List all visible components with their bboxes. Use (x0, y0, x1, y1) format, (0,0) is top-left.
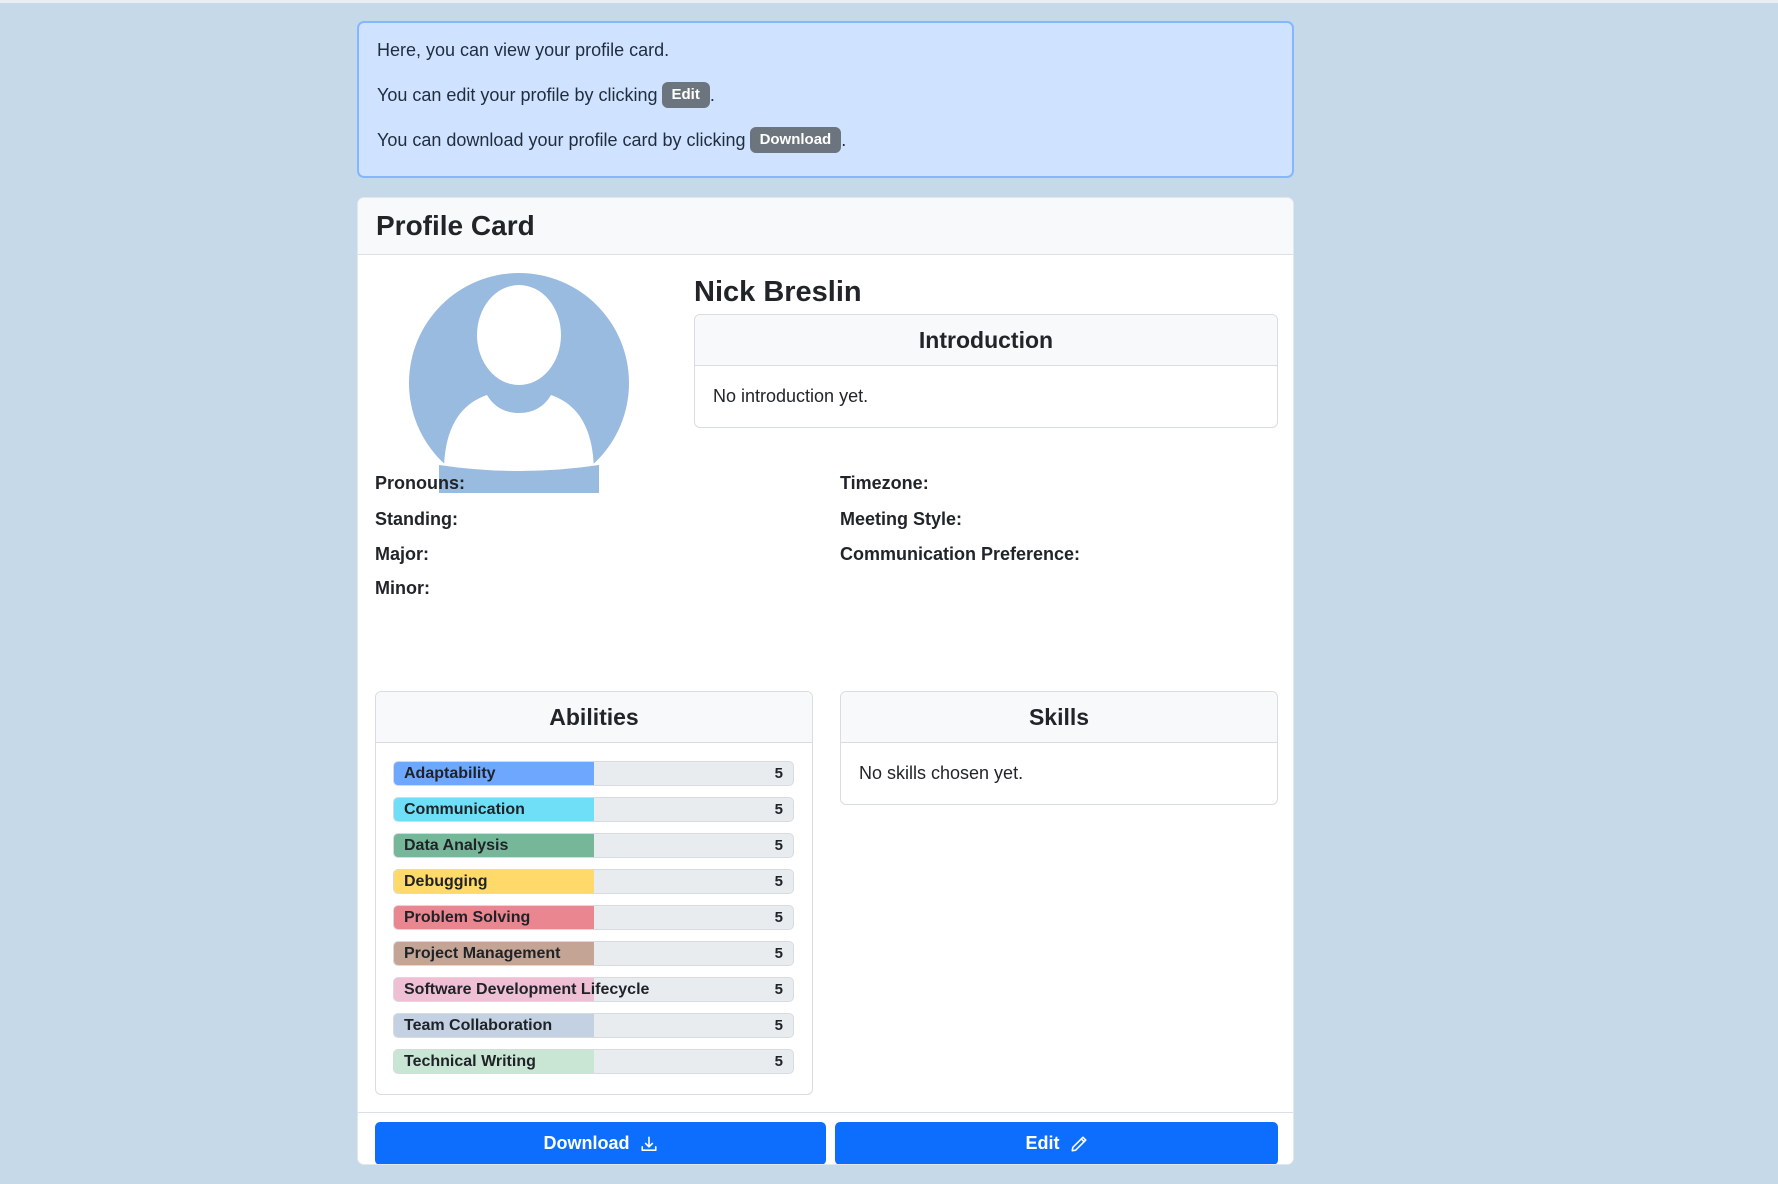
ability-value: 5 (774, 837, 783, 854)
ability-name: Adaptability (404, 765, 496, 782)
ability-row: Problem Solving 5 (393, 905, 794, 930)
ability-name: Team Collaboration (404, 1017, 553, 1034)
abilities-panel: Abilities Adaptability 5 Communication 5… (375, 691, 813, 1095)
ability-value: 5 (774, 801, 783, 818)
info-line-edit: You can edit your profile by clicking Ed… (377, 82, 1274, 108)
download-icon (640, 1135, 657, 1151)
ability-name: Problem Solving (404, 909, 531, 926)
card-footer: Download Edit (358, 1112, 1293, 1164)
edit-chip: Edit (661, 82, 710, 108)
ability-value: 5 (774, 1017, 783, 1034)
ability-name: Software Development Lifecycle (404, 981, 650, 998)
info-punct-edit: . (709, 85, 715, 105)
info-text-edit: You can edit your profile by clicking (377, 85, 658, 105)
ability-list: Adaptability 5 Communication 5 Data Anal… (376, 743, 812, 1074)
page-container: Here, you can view your profile card. Yo… (357, 21, 1294, 1165)
edit-button-label: Edit (1025, 1133, 1060, 1153)
pronouns-label: Pronouns: (375, 473, 465, 493)
ability-value: 5 (774, 765, 783, 782)
top-strip (0, 0, 1778, 3)
major-label: Major: (375, 544, 429, 564)
ability-value: 5 (774, 909, 783, 926)
edit-button[interactable]: Edit (835, 1122, 1278, 1164)
ability-name: Communication (404, 801, 525, 818)
card-header: Profile Card (358, 198, 1293, 255)
ability-row: Technical Writing 5 (393, 1049, 794, 1074)
minor-label: Minor: (375, 578, 430, 598)
ability-value: 5 (774, 981, 783, 998)
ability-name: Debugging (404, 873, 488, 890)
info-text-download: You can download your profile card by cl… (377, 130, 746, 150)
skills-heading: Skills (841, 692, 1277, 743)
download-button[interactable]: Download (375, 1122, 826, 1164)
introduction-body: No introduction yet. (713, 385, 869, 406)
ability-value: 5 (774, 873, 783, 890)
meeting-style-label: Meeting Style: (840, 509, 963, 529)
skills-panel: Skills No skills chosen yet. (840, 691, 1278, 805)
profile-card: Profile Card Nick Breslin Introduction N… (357, 197, 1294, 1165)
ability-value: 5 (774, 945, 783, 962)
introduction-heading: Introduction (695, 315, 1277, 366)
ability-row: Team Collaboration 5 (393, 1013, 794, 1038)
introduction-panel: Introduction No introduction yet. (694, 314, 1278, 428)
ability-row: Communication 5 (393, 797, 794, 822)
info-line-view: Here, you can view your profile card. (377, 40, 1274, 60)
profile-name: Nick Breslin (694, 276, 862, 308)
ability-value: 5 (774, 1053, 783, 1070)
abilities-heading: Abilities (376, 692, 812, 743)
ability-row: Adaptability 5 (393, 761, 794, 786)
download-button-label: Download (543, 1133, 630, 1153)
ability-row: Software Development Lifecycle 5 (393, 977, 794, 1002)
info-text-view: Here, you can view your profile card. (377, 40, 670, 60)
timezone-label: Timezone: (840, 473, 929, 493)
avatar (409, 273, 629, 503)
info-punct-download: . (841, 130, 847, 150)
download-chip: Download (749, 127, 842, 153)
ability-row: Debugging 5 (393, 869, 794, 894)
ability-name: Project Management (404, 945, 561, 962)
ability-row: Project Management 5 (393, 941, 794, 966)
communication-preference-label: Communication Preference: (840, 544, 1081, 564)
pencil-icon (1070, 1135, 1087, 1152)
person-placeholder-icon (409, 273, 629, 503)
card-title: Profile Card (376, 210, 535, 241)
ability-row: Data Analysis 5 (393, 833, 794, 858)
skills-body: No skills chosen yet. (859, 762, 1024, 783)
standing-label: Standing: (375, 509, 458, 529)
ability-name: Technical Writing (404, 1053, 536, 1070)
ability-name: Data Analysis (404, 837, 509, 854)
info-alert: Here, you can view your profile card. Yo… (357, 21, 1294, 178)
info-line-download: You can download your profile card by cl… (377, 127, 1274, 153)
